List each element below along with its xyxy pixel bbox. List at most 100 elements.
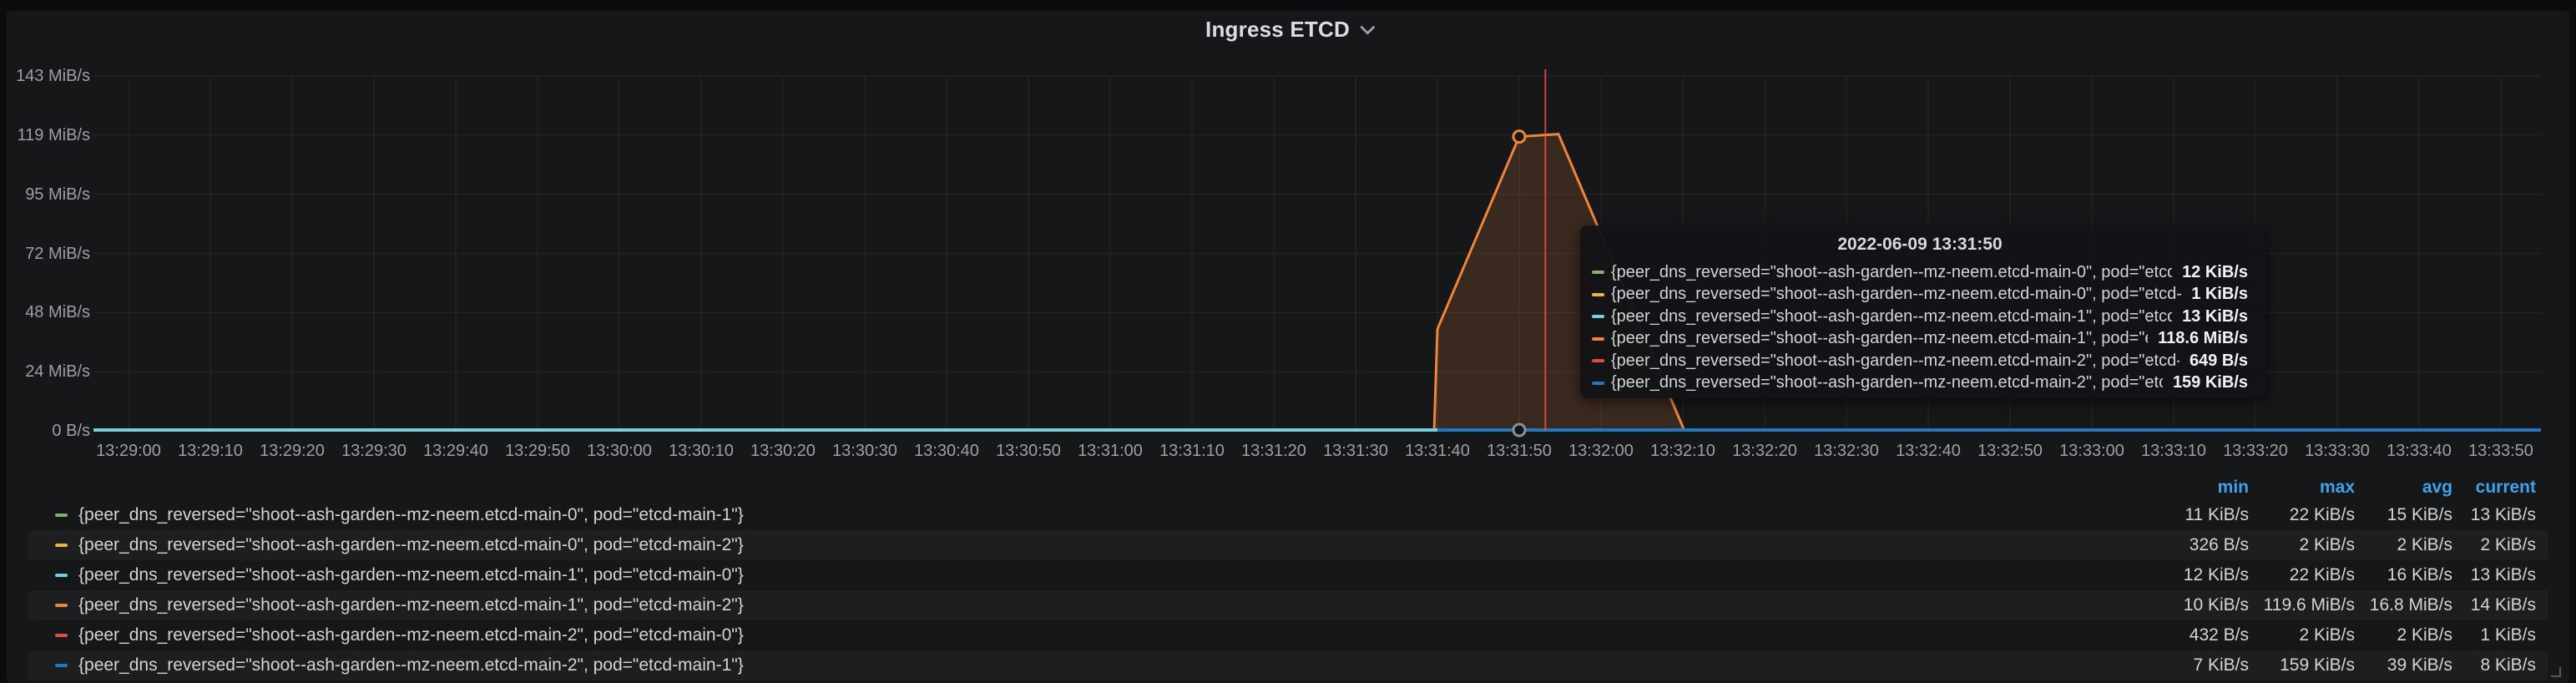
x-axis-tick: 13:29:40: [410, 440, 502, 462]
graph-panel: Ingress ETCD 143 MiB/s 119 MiB/s 95 MiB/s 7…: [7, 11, 2569, 683]
tooltip-series-row: {peer_dns_reversed="shoot--ash-garden--m…: [1592, 328, 2248, 351]
series-color-dash-icon: [55, 574, 68, 577]
series-color-dash-icon: [55, 514, 68, 517]
x-axis-tick: 13:33:30: [2291, 440, 2383, 462]
legend-value-max: 2 KiB/s: [2249, 625, 2355, 645]
tooltip-series-value: 13 KiB/s: [2172, 307, 2248, 326]
y-axis-tick: 24 MiB/s: [13, 361, 90, 382]
x-axis-tick: 13:31:20: [1228, 440, 1320, 462]
legend-value-current: 13 KiB/s: [2452, 505, 2536, 525]
legend-row: {peer_dns_reversed="shoot--ash-garden--m…: [28, 500, 2548, 530]
tooltip-series-label: {peer_dns_reversed="shoot--ash-garden--m…: [1611, 329, 2148, 348]
y-axis-tick: 143 MiB/s: [13, 65, 90, 87]
legend-header: minmaxavgcurrent: [28, 475, 2548, 500]
legend-header-current[interactable]: current: [2452, 478, 2536, 498]
x-axis-tick: 13:29:00: [83, 440, 174, 462]
tooltip-series-label: {peer_dns_reversed="shoot--ash-garden--m…: [1611, 285, 2181, 304]
legend-value-avg: 16.8 MiB/s: [2355, 595, 2452, 615]
tooltip-series-label: {peer_dns_reversed="shoot--ash-garden--m…: [1611, 352, 2179, 371]
tooltip-timestamp: 2022-06-09 13:31:50: [1592, 235, 2248, 255]
x-axis-tick: 13:29:20: [246, 440, 338, 462]
hover-tooltip: 2022-06-09 13:31:50 {peer_dns_reversed="…: [1580, 225, 2266, 398]
legend-series-label: {peer_dns_reversed="shoot--ash-garden--m…: [78, 655, 744, 675]
legend-series-label: {peer_dns_reversed="shoot--ash-garden--m…: [78, 505, 744, 525]
tooltip-series-label: {peer_dns_reversed="shoot--ash-garden--m…: [1611, 307, 2172, 326]
legend-row: {peer_dns_reversed="shoot--ash-garden--m…: [28, 560, 2548, 590]
panel-title-menu[interactable]: Ingress ETCD: [7, 11, 2569, 48]
hover-point-marker: [1513, 131, 1525, 143]
legend-value-avg: 15 KiB/s: [2355, 505, 2452, 525]
x-axis-tick: 13:30:00: [573, 440, 665, 462]
tooltip-series-row: {peer_dns_reversed="shoot--ash-garden--m…: [1592, 284, 2248, 306]
chevron-down-icon: [1360, 19, 1375, 34]
series-color-dash-icon: [1592, 359, 1604, 362]
y-axis-tick: 48 MiB/s: [13, 301, 90, 323]
legend-series-toggle[interactable]: {peer_dns_reversed="shoot--ash-garden--m…: [28, 535, 2132, 555]
x-axis-tick: 13:33:40: [2373, 440, 2465, 462]
legend-series-label: {peer_dns_reversed="shoot--ash-garden--m…: [78, 565, 744, 585]
legend-header-avg[interactable]: avg: [2355, 478, 2452, 498]
x-axis-tick: 13:30:50: [982, 440, 1074, 462]
legend-value-min: 10 KiB/s: [2132, 595, 2249, 615]
x-axis-tick: 13:32:10: [1637, 440, 1729, 462]
tooltip-series-label: {peer_dns_reversed="shoot--ash-garden--m…: [1611, 263, 2172, 282]
tooltip-series-value: 1 KiB/s: [2181, 285, 2248, 304]
tooltip-series-value: 159 KiB/s: [2163, 373, 2248, 392]
tooltip-series-label: {peer_dns_reversed="shoot--ash-garden--m…: [1611, 373, 2163, 392]
legend-series-toggle[interactable]: {peer_dns_reversed="shoot--ash-garden--m…: [28, 565, 2132, 585]
legend-value-max: 119.6 MiB/s: [2249, 595, 2355, 615]
tooltip-series-value: 12 KiB/s: [2172, 263, 2248, 282]
x-axis-tick: 13:31:50: [1473, 440, 1565, 462]
legend-value-current: 2 KiB/s: [2452, 535, 2536, 555]
legend-header-max[interactable]: max: [2249, 478, 2355, 498]
legend-value-min: 11 KiB/s: [2132, 505, 2249, 525]
legend-value-min: 7 KiB/s: [2132, 655, 2249, 675]
series-color-dash-icon: [55, 664, 68, 667]
legend-series-toggle[interactable]: {peer_dns_reversed="shoot--ash-garden--m…: [28, 655, 2132, 675]
x-axis-tick: 13:33:00: [2046, 440, 2138, 462]
y-axis-tick: 0 B/s: [13, 420, 90, 442]
series-color-dash-icon: [1592, 337, 1604, 341]
x-axis-tick: 13:32:40: [1882, 440, 1974, 462]
legend-series-toggle[interactable]: {peer_dns_reversed="shoot--ash-garden--m…: [28, 625, 2132, 645]
legend-series-toggle[interactable]: {peer_dns_reversed="shoot--ash-garden--m…: [28, 505, 2132, 525]
series-color-dash-icon: [1592, 315, 1604, 318]
legend-value-min: 12 KiB/s: [2132, 565, 2249, 585]
legend-value-avg: 2 KiB/s: [2355, 535, 2452, 555]
x-axis-tick: 13:29:10: [164, 440, 256, 462]
legend-value-min: 326 B/s: [2132, 535, 2249, 555]
x-axis-tick: 13:33:10: [2128, 440, 2220, 462]
legend-series-label: {peer_dns_reversed="shoot--ash-garden--m…: [78, 595, 744, 615]
x-axis-tick: 13:30:20: [737, 440, 829, 462]
y-axis-tick: 119 MiB/s: [13, 124, 90, 146]
y-axis-tick: 95 MiB/s: [13, 184, 90, 205]
panel-title: Ingress ETCD: [1205, 17, 1350, 43]
legend-series-toggle[interactable]: {peer_dns_reversed="shoot--ash-garden--m…: [28, 595, 2132, 615]
y-axis-tick: 72 MiB/s: [13, 243, 90, 265]
series-color-dash-icon: [1592, 382, 1604, 385]
x-axis-tick: 13:32:20: [1719, 440, 1811, 462]
legend-value-max: 22 KiB/s: [2249, 505, 2355, 525]
legend-series-label: {peer_dns_reversed="shoot--ash-garden--m…: [78, 625, 744, 645]
x-axis-tick: 13:29:50: [492, 440, 583, 462]
legend-value-avg: 2 KiB/s: [2355, 625, 2452, 645]
legend-value-min: 432 B/s: [2132, 625, 2249, 645]
x-axis-tick: 13:31:00: [1064, 440, 1156, 462]
legend-value-max: 2 KiB/s: [2249, 535, 2355, 555]
legend-value-avg: 16 KiB/s: [2355, 565, 2452, 585]
x-axis-tick: 13:29:30: [328, 440, 420, 462]
tooltip-series-row: {peer_dns_reversed="shoot--ash-garden--m…: [1592, 261, 2248, 284]
hover-point-marker: [1513, 424, 1525, 436]
legend-value-avg: 39 KiB/s: [2355, 655, 2452, 675]
x-axis-tick: 13:30:40: [901, 440, 993, 462]
tooltip-series-row: {peer_dns_reversed="shoot--ash-garden--m…: [1592, 372, 2248, 395]
legend-value-max: 22 KiB/s: [2249, 565, 2355, 585]
x-axis-tick: 13:33:20: [2210, 440, 2301, 462]
x-axis-tick: 13:30:30: [819, 440, 911, 462]
legend-value-current: 1 KiB/s: [2452, 625, 2536, 645]
legend-value-current: 13 KiB/s: [2452, 565, 2536, 585]
legend-header-min[interactable]: min: [2132, 478, 2249, 498]
panel-resize-grip[interactable]: [2551, 667, 2561, 677]
x-axis-tick: 13:32:30: [1801, 440, 1892, 462]
x-axis-tick: 13:32:00: [1555, 440, 1647, 462]
